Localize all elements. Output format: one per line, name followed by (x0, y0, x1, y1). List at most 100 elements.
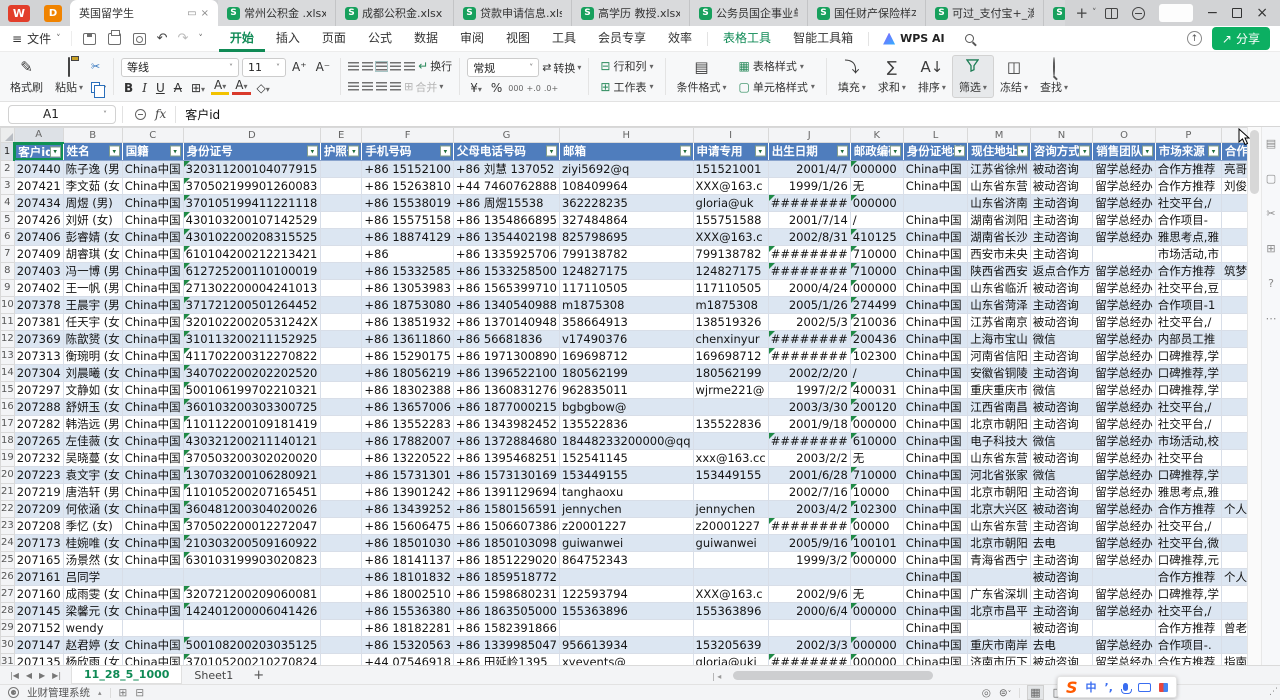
cell-Q21[interactable] (1221, 483, 1247, 500)
cell-Q7[interactable] (1221, 245, 1247, 262)
cell-H30[interactable]: 956613934 (559, 636, 693, 653)
col-header-L[interactable]: L (903, 128, 968, 143)
cell-N31[interactable]: 被动咨询 (1030, 653, 1093, 665)
cell-A21[interactable]: 207219 (14, 483, 63, 500)
cell-P3[interactable]: 合作方推荐 (1155, 177, 1221, 194)
cell-P30[interactable]: 合作项目-. (1155, 636, 1221, 653)
cell-F20[interactable]: +86 15731301 (362, 466, 453, 483)
cell-C9[interactable]: China中国 (122, 279, 183, 296)
cell-G30[interactable]: +86 1339985047 (453, 636, 559, 653)
name-box[interactable]: A1 ˅ (8, 105, 116, 124)
cell-D16[interactable]: 360103200303300725 (183, 398, 320, 415)
cell-P29[interactable]: 合作方推荐 (1155, 619, 1221, 636)
cell-G9[interactable]: +86 1565399710 (453, 279, 559, 296)
document-tab[interactable]: S高学历 教授.xlsx (572, 0, 690, 26)
cell-I3[interactable]: XXX@163.c (693, 177, 768, 194)
cell-C28[interactable]: China中国 (122, 602, 183, 619)
cell-P19[interactable]: 社交平台 (1155, 449, 1221, 466)
cell-B12[interactable]: 陈歆赟 (女 (63, 330, 122, 347)
formula-zoom-icon[interactable] (135, 109, 146, 120)
cell-K19[interactable]: 无 (850, 449, 903, 466)
cell-O3[interactable]: 留学总经办 (1093, 177, 1156, 194)
cell-P22[interactable]: 合作方推荐 (1155, 500, 1221, 517)
cell-G25[interactable]: +86 1851229020 (453, 551, 559, 568)
cell-B29[interactable]: wendy (63, 619, 122, 636)
cell-Q4[interactable] (1221, 194, 1247, 211)
cell-H8[interactable]: 124827175 (559, 262, 693, 279)
docs-app-icon[interactable]: D (44, 5, 62, 22)
cell-N5[interactable]: 主动咨询 (1030, 211, 1093, 228)
cell-H23[interactable]: z20001227 (559, 517, 693, 534)
cell-L8[interactable]: China中国 (903, 262, 968, 279)
cell-I29[interactable] (693, 619, 768, 636)
cell-G20[interactable]: +86 1573130169 (453, 466, 559, 483)
document-tab[interactable]: S常州公积金 .xlsx (218, 0, 336, 26)
ribbon-tab-数据[interactable]: 数据 (403, 26, 449, 52)
cell-N13[interactable]: 主动咨询 (1030, 347, 1093, 364)
cell-N6[interactable]: 主动咨询 (1030, 228, 1093, 245)
cell-A12[interactable]: 207369 (14, 330, 63, 347)
cell-J24[interactable]: 2005/9/16 (768, 534, 850, 551)
number-format-select[interactable]: 常规˅ (467, 58, 539, 77)
cell-O13[interactable]: 留学总经办 (1093, 347, 1156, 364)
cell-O10[interactable]: 留学总经办 (1093, 296, 1156, 313)
row-header-12[interactable]: 12 (1, 330, 15, 347)
cell-Q11[interactable] (1221, 313, 1247, 330)
cell-H13[interactable]: 169698712 (559, 347, 693, 364)
undo-icon[interactable]: ↶ (157, 31, 168, 46)
col-header-Q[interactable]: Q (1221, 128, 1247, 143)
insert-function-icon[interactable]: fx (155, 107, 166, 121)
cell-N2[interactable]: 被动咨询 (1030, 160, 1093, 177)
cell-L7[interactable]: China中国 (903, 245, 968, 262)
eye-icon[interactable]: ◎ (982, 687, 991, 699)
filter-dropdown-icon[interactable]: ▾ (954, 146, 965, 157)
cell-K9[interactable]: 000000 (850, 279, 903, 296)
table-header-H1[interactable]: 邮箱▾ (559, 143, 693, 161)
cell-F23[interactable]: +86 15606475 (362, 517, 453, 534)
freeze-button[interactable]: ◫ 冻结▾ (994, 55, 1034, 98)
cell-H2[interactable]: ziyi5692@q (559, 160, 693, 177)
table-header-E1[interactable]: 护照号▾ (320, 143, 362, 161)
ribbon-tab-插入[interactable]: 插入 (265, 26, 311, 52)
cell-H20[interactable]: 153449155 (559, 466, 693, 483)
row-header-11[interactable]: 11 (1, 313, 15, 330)
col-header-E[interactable]: E (320, 128, 362, 143)
italic-button[interactable]: I (139, 81, 150, 95)
cell-N16[interactable]: 被动咨询 (1030, 398, 1093, 415)
cell-P10[interactable]: 合作项目-1 (1155, 296, 1221, 313)
cell-H27[interactable]: 122593794 (559, 585, 693, 602)
table-header-Q1[interactable]: 合作方公司▾ (1221, 143, 1247, 161)
cell-J11[interactable]: 2002/5/3 (768, 313, 850, 330)
cell-J7[interactable]: ######## (768, 245, 850, 262)
cell-F15[interactable]: +86 18302388 (362, 381, 453, 398)
cell-K18[interactable]: 610000 (850, 432, 903, 449)
cell-G13[interactable]: +86 1971300890 (453, 347, 559, 364)
cell-M2[interactable]: 江苏省徐州 (968, 160, 1031, 177)
cell-A17[interactable]: 207282 (14, 415, 63, 432)
cell-J5[interactable]: 2001/7/14 (768, 211, 850, 228)
cell-B31[interactable]: 杨欣雨 (女 (63, 653, 122, 665)
cell-L30[interactable]: China中国 (903, 636, 968, 653)
cell-O18[interactable]: 留学总经办 (1093, 432, 1156, 449)
decrease-indent-icon[interactable] (390, 62, 401, 71)
cell-Q24[interactable] (1221, 534, 1247, 551)
cell-E6[interactable] (320, 228, 362, 245)
cell-G16[interactable]: +86 1877000215 (453, 398, 559, 415)
ribbon-tab-效率[interactable]: 效率 (657, 26, 703, 52)
cell-Q19[interactable] (1221, 449, 1247, 466)
cell-F14[interactable]: +86 18056219 (362, 364, 453, 381)
cell-P15[interactable]: 口碑推荐,学 (1155, 381, 1221, 398)
cell-D7[interactable]: 610104200212213421 (183, 245, 320, 262)
cell-Q9[interactable] (1221, 279, 1247, 296)
cell-L18[interactable]: China中国 (903, 432, 968, 449)
sidebar-panel-icon[interactable]: ▤ (1266, 137, 1276, 150)
cell-F24[interactable]: +86 18501030 (362, 534, 453, 551)
cell-D11[interactable]: 32010220020531242X (183, 313, 320, 330)
cell-E23[interactable] (320, 517, 362, 534)
cell-N8[interactable]: 返点合作方 (1030, 262, 1093, 279)
cell-C11[interactable]: China中国 (122, 313, 183, 330)
clear-format-icon[interactable]: ◇▾ (254, 81, 273, 95)
cell-O11[interactable]: 留学总经办 (1093, 313, 1156, 330)
cell-D24[interactable]: 210303200509160922 (183, 534, 320, 551)
cell-N18[interactable]: 微信 (1030, 432, 1093, 449)
